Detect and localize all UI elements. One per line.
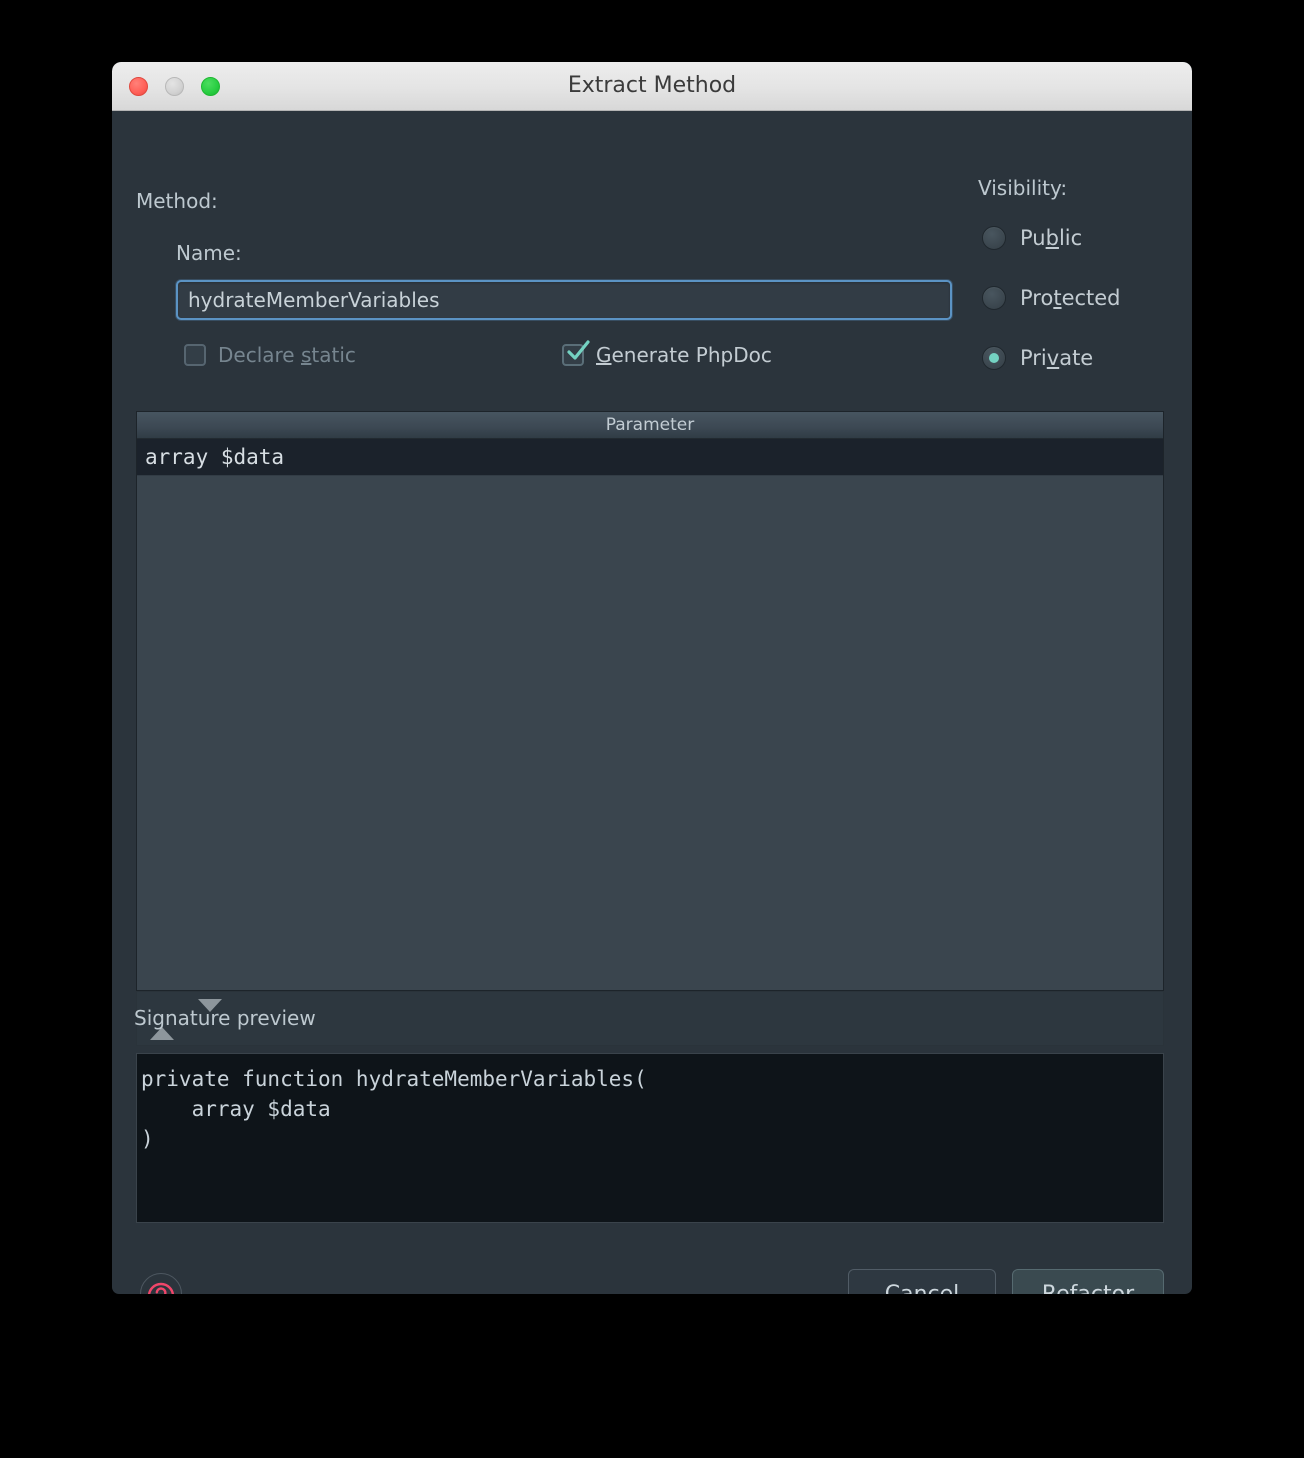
radio-public-label: Public (1020, 226, 1082, 250)
extract-method-dialog: Extract Method Method: Name: Declare sta… (112, 62, 1192, 1294)
radio-protected-indicator[interactable] (982, 286, 1006, 310)
radio-selected-dot (989, 353, 999, 363)
radio-private-indicator[interactable] (982, 346, 1006, 370)
visibility-radio-public[interactable]: Public (982, 226, 1082, 250)
radio-protected-label: Protected (1020, 286, 1121, 310)
visibility-radio-protected[interactable]: Protected (982, 286, 1121, 310)
method-name-input[interactable] (176, 280, 952, 320)
radio-private-label: Private (1020, 346, 1093, 370)
question-mark-icon (146, 1281, 176, 1294)
declare-static-checkbox[interactable] (184, 344, 206, 366)
declare-static-checkbox-row[interactable]: Declare static (184, 343, 356, 367)
generate-phpdoc-checkbox-row[interactable]: Generate PhpDoc (562, 343, 772, 367)
method-group-label: Method: (136, 189, 218, 213)
generate-phpdoc-label: Generate PhpDoc (596, 343, 772, 367)
signature-preview-box: private function hydrateMemberVariables(… (136, 1053, 1164, 1223)
visibility-radio-private[interactable]: Private (982, 346, 1093, 370)
parameters-table: Parameter array $data (136, 411, 1164, 991)
window-title: Extract Method (112, 62, 1192, 109)
parameters-row-list[interactable]: array $data (137, 439, 1163, 476)
refactor-button[interactable]: Refactor (1012, 1269, 1164, 1294)
checkmark-icon (565, 339, 591, 365)
parameters-column-header[interactable]: Parameter (137, 412, 1163, 439)
table-row[interactable]: array $data (137, 439, 1163, 476)
title-bar: Extract Method (112, 62, 1192, 111)
declare-static-label: Declare static (218, 343, 356, 367)
radio-public-indicator[interactable] (982, 226, 1006, 250)
help-button[interactable] (140, 1273, 182, 1294)
visibility-group-label: Visibility: (978, 176, 1067, 200)
generate-phpdoc-checkbox[interactable] (562, 344, 584, 366)
signature-preview-code: private function hydrateMemberVariables(… (141, 1064, 1163, 1154)
cancel-button[interactable]: Cancel (848, 1269, 996, 1294)
dialog-body: Method: Name: Declare static Generate Ph… (112, 111, 1192, 1294)
signature-preview-label: Signature preview (134, 1006, 316, 1030)
method-name-label: Name: (176, 241, 242, 265)
